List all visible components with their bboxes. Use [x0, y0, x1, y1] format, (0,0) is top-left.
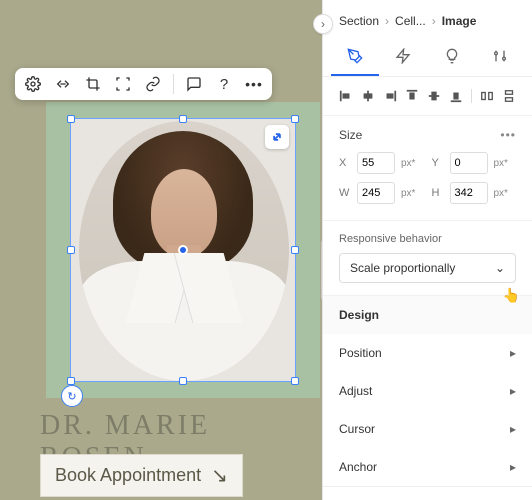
settings-icon[interactable] — [23, 74, 43, 94]
focus-icon[interactable] — [113, 74, 133, 94]
inspector-panel: › Section › Cell... › Image Size ••• X — [322, 0, 532, 500]
resize-handle-br[interactable] — [291, 377, 299, 385]
tab-design[interactable] — [331, 38, 379, 76]
comment-icon[interactable] — [184, 74, 204, 94]
align-top-icon[interactable] — [403, 87, 421, 105]
tab-advanced[interactable] — [476, 38, 524, 76]
arrow-icon: ↘ — [211, 463, 228, 488]
crumb-image[interactable]: Image — [442, 14, 477, 28]
resize-handle-bl[interactable] — [67, 377, 75, 385]
tab-interactions[interactable] — [379, 38, 427, 76]
attach-icon[interactable] — [143, 74, 163, 94]
h-input[interactable] — [450, 182, 488, 204]
unlink-icon[interactable] — [53, 74, 73, 94]
chevron-icon: › — [432, 14, 436, 28]
chevron-icon: ▸ — [510, 460, 516, 474]
responsive-value: Scale proportionally — [350, 261, 455, 275]
accordion-adjust[interactable]: Adjust ▸ — [323, 372, 532, 410]
w-input[interactable] — [357, 182, 395, 204]
responsive-select[interactable]: Scale proportionally ⌄ — [339, 253, 516, 283]
center-handle[interactable] — [178, 245, 188, 255]
h-label: H — [432, 187, 444, 199]
y-input[interactable] — [450, 152, 488, 174]
y-label: Y — [432, 157, 444, 169]
floating-toolbar: ? ••• — [15, 68, 272, 100]
responsive-section: Responsive behavior Scale proportionally… — [323, 221, 532, 296]
chevron-down-icon: ⌄ — [495, 261, 505, 275]
crumb-cell[interactable]: Cell... — [395, 14, 426, 28]
chevron-icon: ▸ — [510, 422, 516, 436]
x-unit[interactable]: px* — [401, 158, 415, 169]
accordion-position[interactable]: Position ▸ — [323, 334, 532, 372]
w-unit[interactable]: px* — [401, 188, 415, 199]
book-appointment-button[interactable]: Book Appointment ↘ — [40, 454, 243, 497]
size-more-icon[interactable]: ••• — [500, 128, 516, 142]
h-unit[interactable]: px* — [494, 188, 508, 199]
size-section: Size ••• X px* Y px* W px* H — [323, 116, 532, 221]
align-center-v-icon[interactable] — [425, 87, 443, 105]
w-label: W — [339, 187, 351, 199]
chevron-icon: ▸ — [510, 384, 516, 398]
image-selection[interactable]: ↻ — [70, 118, 296, 382]
size-label: Size — [339, 128, 362, 142]
crumb-section[interactable]: Section — [339, 14, 379, 28]
rotate-handle[interactable]: ↻ — [61, 385, 83, 407]
canvas-area[interactable]: ? ••• — [0, 0, 322, 500]
align-right-icon[interactable] — [381, 87, 399, 105]
breadcrumb: Section › Cell... › Image — [323, 0, 532, 38]
tab-ideas[interactable] — [428, 38, 476, 76]
accordion-anchor[interactable]: Anchor ▸ — [323, 448, 532, 486]
expand-icon[interactable] — [265, 125, 289, 149]
book-label: Book Appointment — [55, 465, 201, 486]
accordion-design[interactable]: Design — [323, 296, 532, 334]
responsive-label: Responsive behavior — [339, 233, 516, 245]
distribute-h-icon[interactable] — [478, 87, 496, 105]
align-divider — [471, 89, 472, 103]
chevron-icon: ▸ — [510, 346, 516, 360]
resize-handle-tl[interactable] — [67, 115, 75, 123]
align-left-icon[interactable] — [337, 87, 355, 105]
chevron-icon: › — [385, 14, 389, 28]
stage: ? ••• — [10, 10, 322, 500]
resize-handle-tm[interactable] — [179, 115, 187, 123]
more-icon[interactable]: ••• — [244, 74, 264, 94]
align-center-h-icon[interactable] — [359, 87, 377, 105]
x-input[interactable] — [357, 152, 395, 174]
align-bottom-icon[interactable] — [447, 87, 465, 105]
y-unit[interactable]: px* — [494, 158, 508, 169]
accordion-cursor[interactable]: Cursor ▸ — [323, 410, 532, 448]
inspector-tabs — [323, 38, 532, 77]
crop-icon[interactable] — [83, 74, 103, 94]
resize-handle-ml[interactable] — [67, 246, 75, 254]
x-label: X — [339, 157, 351, 169]
distribute-v-icon[interactable] — [500, 87, 518, 105]
resize-handle-mr[interactable] — [291, 246, 299, 254]
alignment-row — [323, 77, 532, 116]
collapse-panel-button[interactable]: › — [313, 14, 333, 34]
toolbar-divider — [173, 74, 174, 94]
accordion: Design Position ▸ Adjust ▸ Cursor ▸ Anch… — [323, 296, 532, 487]
help-icon[interactable]: ? — [214, 74, 234, 94]
resize-handle-tr[interactable] — [291, 115, 299, 123]
resize-handle-bm[interactable] — [179, 377, 187, 385]
